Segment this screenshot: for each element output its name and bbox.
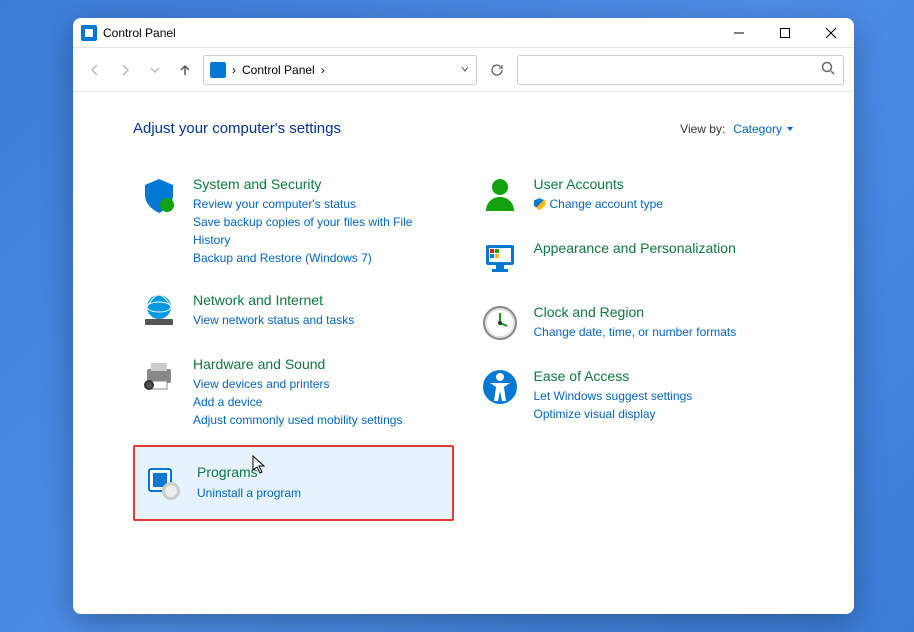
refresh-button[interactable]: [483, 56, 511, 84]
view-by-label: View by:: [680, 122, 725, 136]
category-title[interactable]: Network and Internet: [193, 291, 448, 309]
category-system-security: System and Security Review your computer…: [133, 167, 454, 275]
search-box[interactable]: [517, 55, 844, 85]
window-title: Control Panel: [103, 26, 176, 40]
clock-icon: [480, 303, 520, 343]
breadcrumb-location[interactable]: Control Panel: [242, 63, 315, 77]
globe-icon: [139, 291, 179, 331]
window-controls: [716, 18, 854, 48]
category-link[interactable]: Review your computer's status: [193, 195, 448, 213]
category-programs[interactable]: Programs Uninstall a program: [133, 445, 454, 521]
breadcrumb-separator: ›: [321, 63, 325, 77]
category-link[interactable]: Uninstall a program: [197, 484, 444, 502]
monitor-icon: [480, 239, 520, 279]
category-hardware-sound: Hardware and Sound View devices and prin…: [133, 347, 454, 437]
category-link[interactable]: Let Windows suggest settings: [534, 387, 789, 405]
address-bar[interactable]: › Control Panel ›: [203, 55, 477, 85]
programs-icon: [143, 463, 183, 503]
category-title[interactable]: User Accounts: [534, 175, 789, 193]
view-by-control: View by: Category: [680, 122, 794, 136]
category-network-internet: Network and Internet View network status…: [133, 283, 454, 339]
category-link[interactable]: Backup and Restore (Windows 7): [193, 249, 448, 267]
category-user-accounts: User Accounts Change account type: [474, 167, 795, 223]
location-icon: [210, 62, 226, 78]
breadcrumb-separator: ›: [232, 63, 236, 77]
category-title[interactable]: Programs: [197, 463, 444, 481]
up-button[interactable]: [173, 58, 197, 82]
content-header: Adjust your computer's settings View by:…: [133, 120, 794, 137]
minimize-button[interactable]: [716, 18, 762, 48]
page-heading: Adjust your computer's settings: [133, 120, 341, 137]
category-clock-region: Clock and Region Change date, time, or n…: [474, 295, 795, 351]
category-ease-of-access: Ease of Access Let Windows suggest setti…: [474, 359, 795, 431]
search-icon: [821, 61, 835, 78]
category-link[interactable]: Add a device: [193, 393, 448, 411]
accessibility-icon: [480, 367, 520, 407]
category-link[interactable]: Save backup copies of your files with Fi…: [193, 213, 448, 249]
app-icon: [81, 25, 97, 41]
close-button[interactable]: [808, 18, 854, 48]
search-input[interactable]: [526, 63, 821, 77]
category-link[interactable]: Change account type: [534, 195, 789, 213]
right-column: User Accounts Change account type Appear…: [474, 167, 795, 529]
category-link[interactable]: Change date, time, or number formats: [534, 323, 789, 341]
category-link[interactable]: Optimize visual display: [534, 405, 789, 423]
category-title[interactable]: Ease of Access: [534, 367, 789, 385]
left-column: System and Security Review your computer…: [133, 167, 454, 529]
control-panel-window: Control Panel › Contro: [73, 18, 854, 614]
user-icon: [480, 175, 520, 215]
category-title[interactable]: Hardware and Sound: [193, 355, 448, 373]
category-title[interactable]: Clock and Region: [534, 303, 789, 321]
category-title[interactable]: System and Security: [193, 175, 448, 193]
shield-icon: [139, 175, 179, 215]
view-by-value: Category: [733, 122, 782, 136]
recent-dropdown[interactable]: [143, 58, 167, 82]
chevron-down-icon[interactable]: [460, 63, 470, 77]
titlebar: Control Panel: [73, 18, 854, 48]
category-link[interactable]: Adjust commonly used mobility settings: [193, 411, 448, 429]
maximize-button[interactable]: [762, 18, 808, 48]
category-title[interactable]: Appearance and Personalization: [534, 239, 789, 257]
nav-toolbar: › Control Panel ›: [73, 48, 854, 92]
back-button[interactable]: [83, 58, 107, 82]
forward-button[interactable]: [113, 58, 137, 82]
content-area: Adjust your computer's settings View by:…: [73, 92, 854, 614]
category-link[interactable]: View devices and printers: [193, 375, 448, 393]
category-columns: System and Security Review your computer…: [133, 167, 794, 529]
view-by-dropdown[interactable]: Category: [733, 122, 794, 136]
category-appearance: Appearance and Personalization: [474, 231, 795, 287]
category-link[interactable]: View network status and tasks: [193, 311, 448, 329]
printer-icon: [139, 355, 179, 395]
